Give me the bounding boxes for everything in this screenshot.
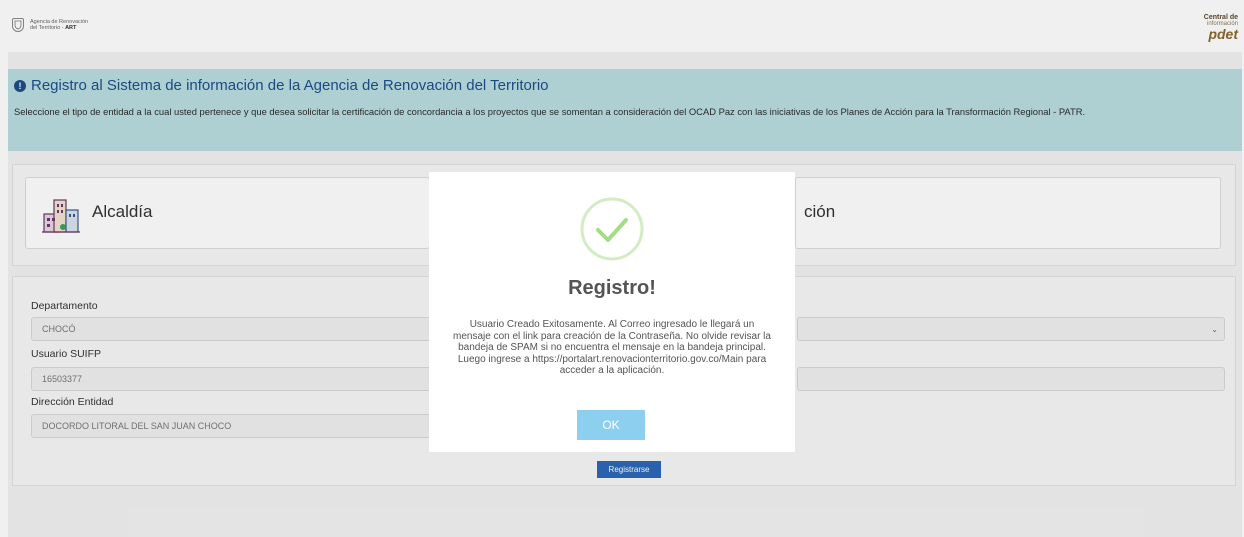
success-modal: Registro! Usuario Creado Exitosamente. A…	[429, 172, 795, 452]
modal-message: Usuario Creado Exitosamente. Al Correo i…	[453, 319, 771, 376]
modal-title: Registro!	[568, 277, 656, 299]
ok-button[interactable]: OK	[577, 410, 645, 440]
success-check-icon	[580, 197, 644, 261]
